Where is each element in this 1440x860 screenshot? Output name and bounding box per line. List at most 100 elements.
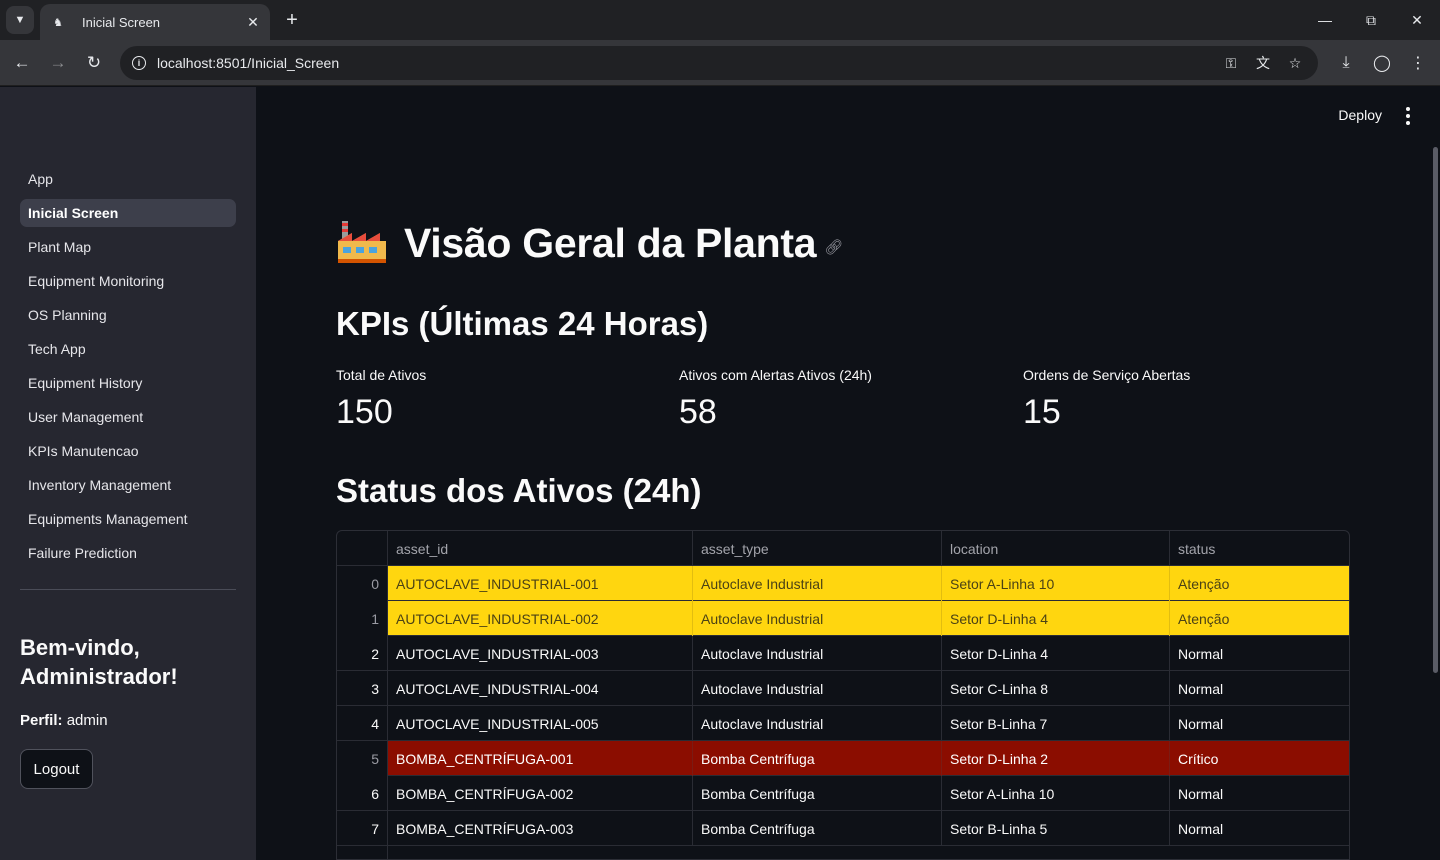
metric-ordens-servico: Ordens de Serviço Abertas 15 (1023, 367, 1190, 432)
sidebar-divider (20, 589, 236, 590)
cell-status[interactable]: Crítico (1170, 741, 1349, 776)
forward-icon[interactable]: → (46, 51, 70, 75)
reload-icon[interactable]: ↻ (82, 51, 106, 75)
sidebar-item-kpis-manutencao[interactable]: KPIs Manutencao (20, 437, 236, 465)
cell-asset-id[interactable]: BOMBA_CENTRÍFUGA-001 (388, 741, 693, 776)
main-menu-icon[interactable] (1400, 105, 1416, 127)
deploy-button[interactable]: Deploy (1338, 107, 1382, 123)
sidebar-item-tech-app[interactable]: Tech App (20, 335, 236, 363)
scrollbar[interactable] (1433, 147, 1438, 673)
window-close-icon[interactable]: ✕ (1405, 8, 1429, 32)
table-row[interactable]: 0 AUTOCLAVE_INDUSTRIAL-001 Autoclave Indus… (337, 566, 1349, 601)
url-text[interactable]: localhost:8501/Inicial_Screen (157, 55, 339, 71)
cell-asset-type[interactable]: Bomba Centrífuga (693, 811, 942, 846)
metric-ativos-alertas: Ativos com Alertas Ativos (24h) 58 (679, 367, 872, 432)
translate-icon[interactable]: 文 (1252, 52, 1274, 74)
cell-location[interactable]: Setor A-Linha 10 (942, 566, 1170, 601)
browser-tab-bar: ▼ ♞ Inicial Screen ✕ + — ⧉ ✕ (0, 0, 1440, 40)
row-index: 3 (337, 671, 388, 706)
cell-asset-id[interactable]: AUTOCLAVE_INDUSTRIAL-004 (388, 671, 693, 706)
column-header[interactable]: status (1170, 531, 1349, 566)
row-index: 4 (337, 706, 388, 741)
new-tab-icon[interactable]: + (282, 8, 302, 32)
metric-value: 58 (679, 393, 717, 431)
cell-asset-type[interactable]: Autoclave Industrial (693, 601, 942, 636)
profile-label: Perfil: (20, 712, 63, 729)
cell-asset-id[interactable]: AUTOCLAVE_INDUSTRIAL-005 (388, 706, 693, 741)
sidebar-item-plant-map[interactable]: Plant Map (20, 233, 236, 261)
sidebar-item-os-planning[interactable]: OS Planning (20, 301, 236, 329)
sidebar-item-inicial-screen[interactable]: Inicial Screen (20, 199, 236, 227)
cell-asset-type[interactable]: Bomba Centrífuga (693, 741, 942, 776)
table-header: asset_id asset_type location status (337, 531, 1349, 566)
asset-status-table[interactable]: asset_id asset_type location status 0 AUT… (336, 530, 1350, 860)
bookmark-star-icon[interactable]: ☆ (1284, 52, 1306, 74)
cell-asset-type[interactable]: Autoclave Industrial (693, 671, 942, 706)
cell-location[interactable]: Setor D-Linha 4 (942, 601, 1170, 636)
address-bar[interactable]: i localhost:8501/Inicial_Screen ⚿ 文 ☆ (120, 46, 1318, 80)
row-index: 0 (337, 566, 388, 601)
cell-asset-type[interactable]: Autoclave Industrial (693, 636, 942, 671)
cell-asset-id[interactable]: AUTOCLAVE_INDUSTRIAL-001 (388, 566, 693, 601)
column-header[interactable]: location (942, 531, 1170, 566)
anchor-link-icon[interactable]: 🔗︎ (824, 238, 843, 256)
sidebar-item-inventory-management[interactable]: Inventory Management (20, 471, 236, 499)
cell-status[interactable]: Normal (1170, 776, 1349, 811)
table-row[interactable]: 4 AUTOCLAVE_INDUSTRIAL-005 Autoclave Indus… (337, 706, 1349, 741)
cell-status[interactable]: Normal (1170, 671, 1349, 706)
cell-location[interactable]: Setor C-Linha 8 (942, 671, 1170, 706)
metric-value: 15 (1023, 393, 1061, 431)
sidebar-item-failure-prediction[interactable]: Failure Prediction (20, 539, 236, 567)
cell-location[interactable]: Setor A-Linha 10 (942, 776, 1170, 811)
cell-status[interactable]: Normal (1170, 811, 1349, 846)
cell-asset-type[interactable]: Bomba Centrífuga (693, 776, 942, 811)
tab-close-icon[interactable]: ✕ (244, 13, 262, 31)
tab-search-button[interactable]: ▼ (6, 6, 34, 34)
cell-asset-id[interactable]: AUTOCLAVE_INDUSTRIAL-003 (388, 636, 693, 671)
cell-status[interactable]: Normal (1170, 636, 1349, 671)
download-icon[interactable]: ⤓ (1334, 51, 1358, 75)
factory-icon (336, 219, 388, 267)
table-row[interactable]: 2 AUTOCLAVE_INDUSTRIAL-003 Autoclave Indus… (337, 636, 1349, 671)
sidebar-item-user-management[interactable]: User Management (20, 403, 236, 431)
column-header[interactable]: asset_id (388, 531, 693, 566)
cell-asset-type[interactable]: Autoclave Industrial (693, 706, 942, 741)
cell-location[interactable]: Setor B-Linha 7 (942, 706, 1170, 741)
site-info-icon[interactable]: i (128, 52, 150, 74)
cell-status[interactable]: Atenção (1170, 566, 1349, 601)
cell-asset-type[interactable]: Autoclave Industrial (693, 566, 942, 601)
table-row[interactable]: 1 AUTOCLAVE_INDUSTRIAL-002 Autoclave Indus… (337, 601, 1349, 636)
cell-location[interactable]: Setor B-Linha 5 (942, 811, 1170, 846)
cell-asset-id[interactable]: BOMBA_CENTRÍFUGA-002 (388, 776, 693, 811)
sidebar-item-app[interactable]: App (20, 165, 236, 193)
profile-icon[interactable]: ◯ (1370, 51, 1394, 75)
sidebar-nav: App Inicial Screen Plant Map Equipment M… (20, 165, 236, 573)
cell-status[interactable]: Atenção (1170, 601, 1349, 636)
table-row[interactable]: 3 AUTOCLAVE_INDUSTRIAL-004 Autoclave Indus… (337, 671, 1349, 706)
restore-icon[interactable]: ⧉ (1359, 8, 1383, 32)
table-row[interactable]: 6 BOMBA_CENTRÍFUGA-002 Bomba Centrífuga Set… (337, 776, 1349, 811)
back-icon[interactable]: ← (10, 51, 34, 75)
password-key-icon[interactable]: ⚿ (1220, 52, 1242, 74)
sidebar-item-equipments-management[interactable]: Equipments Management (20, 505, 236, 533)
table-row[interactable]: 5 BOMBA_CENTRÍFUGA-001 Bomba Centrífuga Set… (337, 741, 1349, 776)
cell-location[interactable]: Setor D-Linha 4 (942, 636, 1170, 671)
sidebar-item-equipment-monitoring[interactable]: Equipment Monitoring (20, 267, 236, 295)
cell-asset-id[interactable]: AUTOCLAVE_INDUSTRIAL-002 (388, 601, 693, 636)
index-header (337, 531, 388, 566)
metric-label: Ativos com Alertas Ativos (24h) (679, 367, 872, 383)
browser-menu-icon[interactable]: ⋮ (1406, 51, 1430, 75)
table-row[interactable]: 7 BOMBA_CENTRÍFUGA-003 Bomba Centrífuga Set… (337, 811, 1349, 846)
page-title-text: Visão Geral da Planta (404, 219, 817, 266)
minimize-icon[interactable]: — (1313, 8, 1337, 32)
profile-value: admin (66, 712, 108, 729)
logout-button[interactable]: Logout (20, 749, 93, 789)
sidebar-item-equipment-history[interactable]: Equipment History (20, 369, 236, 397)
cell-status[interactable]: Normal (1170, 706, 1349, 741)
kpi-heading: KPIs (Últimas 24 Horas) (336, 305, 709, 342)
column-header[interactable]: asset_type (693, 531, 942, 566)
row-index (337, 846, 388, 859)
browser-tab[interactable]: ♞ Inicial Screen ✕ (40, 4, 270, 40)
cell-asset-id[interactable]: BOMBA_CENTRÍFUGA-003 (388, 811, 693, 846)
cell-location[interactable]: Setor D-Linha 2 (942, 741, 1170, 776)
